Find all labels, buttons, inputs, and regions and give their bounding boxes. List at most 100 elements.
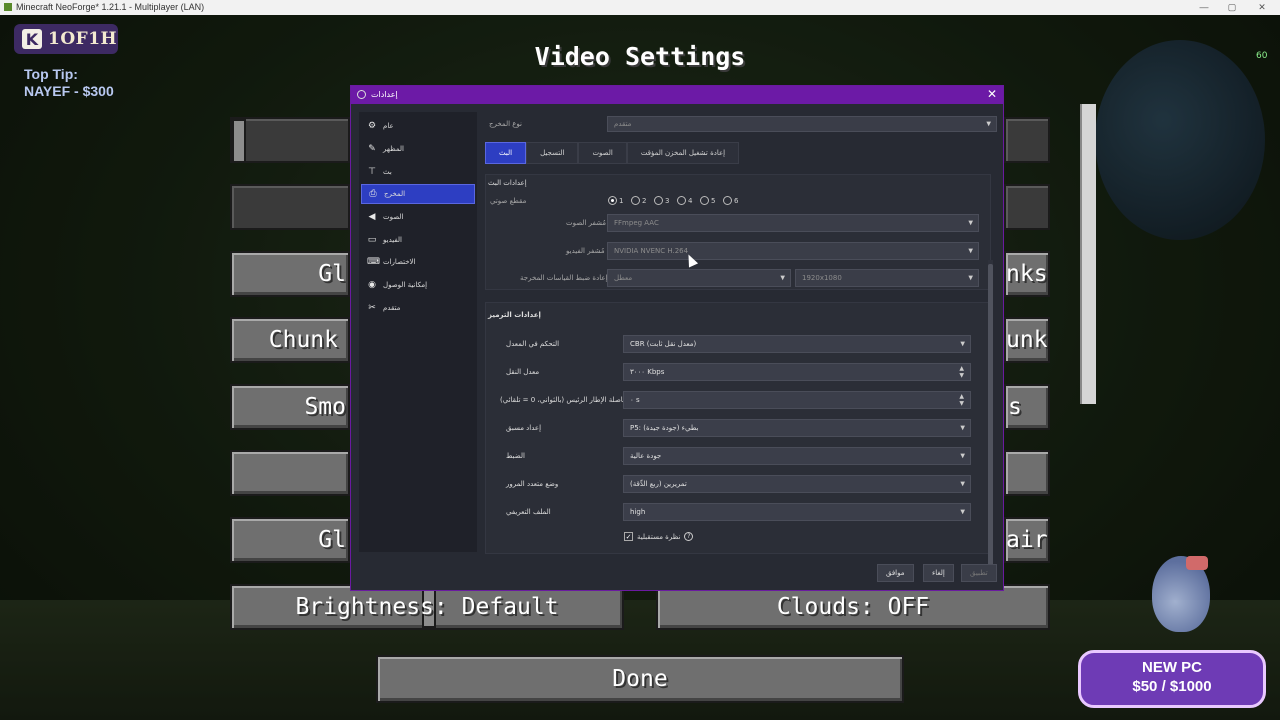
accessibility-icon: ◉ xyxy=(368,280,376,290)
encoder-section-title: إعدادات الترميز xyxy=(488,311,541,319)
chevron-down-icon: ▼ xyxy=(960,340,965,348)
chevron-down-icon: ▼ xyxy=(968,219,973,227)
sidebar-item-label: المخرج xyxy=(384,190,406,198)
sidebar-item-video[interactable]: ▭ الفيديو xyxy=(361,230,475,250)
sidebar-item-stream[interactable]: ⊤ بث xyxy=(361,162,475,182)
chevron-down-icon: ▼ xyxy=(968,247,973,255)
mc-button-label: air xyxy=(1006,527,1048,553)
rate-control-select[interactable]: CBR (معدل نقل ثابت) ▼ xyxy=(623,335,971,353)
spin-down-icon[interactable]: ▼ xyxy=(959,372,964,379)
audio-track-radio-2[interactable]: 2 xyxy=(631,196,646,205)
rescale-select[interactable]: معطل ▼ xyxy=(607,269,791,287)
sidebar-item-label: بث xyxy=(383,168,392,176)
mc-option-button-row4-left[interactable]: Chunk xyxy=(230,317,350,363)
minimize-button[interactable]: — xyxy=(1196,0,1212,15)
mc-option-button-row5-left[interactable]: Smo xyxy=(230,384,350,430)
profile-label: الملف التعريفي xyxy=(506,508,551,516)
rescale-resolution-select[interactable]: 1920x1080 ▼ xyxy=(795,269,979,287)
dialog-close-button[interactable]: ✕ xyxy=(987,87,997,101)
minecraft-app-icon xyxy=(4,3,12,11)
mc-option-button-row2-left[interactable] xyxy=(230,184,350,230)
ok-button[interactable]: موافق xyxy=(877,564,914,582)
content-scrollbar[interactable] xyxy=(988,260,993,576)
bitrate-spinbox[interactable]: ٣٠٠٠ Kbps ▲ ▼ xyxy=(623,363,971,381)
radio-dot-icon xyxy=(700,196,709,205)
mc-option-button-row3-left[interactable]: Gl xyxy=(230,251,350,297)
window-close-button[interactable]: ✕ xyxy=(1254,0,1270,15)
help-icon[interactable]: ? xyxy=(684,532,694,541)
radio-dot-icon xyxy=(608,196,617,205)
done-button[interactable]: Done xyxy=(376,655,904,703)
output-mode-select[interactable]: متقدم ▼ xyxy=(607,116,997,132)
sidebar-item-audio[interactable]: ◀ الصوت xyxy=(361,207,475,227)
window-title: Minecraft NeoForge* 1.21.1 - Multiplayer… xyxy=(16,2,205,12)
rate-control-value: CBR (معدل نقل ثابت) xyxy=(630,340,697,348)
rescale-resolution-value: 1920x1080 xyxy=(802,274,842,282)
spin-up-icon[interactable]: ▲ xyxy=(959,393,964,400)
preset-select[interactable]: P5: بطيء (جودة جيدة) ▼ xyxy=(623,419,971,437)
spin-down-icon[interactable]: ▼ xyxy=(959,400,964,407)
apply-button[interactable]: تطبيق xyxy=(961,564,997,582)
output-settings-content: نوع المخرج متقدم ▼ البث التسجيل الصوت إعا… xyxy=(481,112,997,554)
mc-option-button-row3-right[interactable]: nks xyxy=(1004,251,1050,297)
chevron-down-icon: ▼ xyxy=(960,452,965,460)
mc-scrollbar[interactable] xyxy=(1080,104,1096,404)
bitrate-value: ٣٠٠٠ Kbps xyxy=(630,368,665,376)
audio-track-radio-1[interactable]: 1 xyxy=(608,196,623,205)
tuning-select[interactable]: جودة عالية ▼ xyxy=(623,447,971,465)
keyframe-spinbox[interactable]: ٠ s ▲ ▼ xyxy=(623,391,971,409)
rescale-label: إعادة ضبط القياسات المخرجة xyxy=(520,274,608,282)
tab-streaming[interactable]: البث xyxy=(485,142,527,164)
sidebar-item-label: عام xyxy=(383,122,394,130)
video-settings-title: Video Settings xyxy=(534,42,746,71)
audio-encoder-label: مُشفر الصوت xyxy=(566,219,606,227)
output-icon: ⎙ xyxy=(369,189,377,199)
radio-label: 5 xyxy=(711,196,716,205)
mc-option-button-row1-right[interactable] xyxy=(1004,117,1050,163)
sidebar-item-output[interactable]: ⎙ المخرج xyxy=(361,184,475,204)
mc-button-label: Smo xyxy=(304,394,346,420)
radio-dot-icon xyxy=(723,196,732,205)
audio-encoder-select[interactable]: FFmpeg AAC ▼ xyxy=(607,214,979,232)
sidebar-item-general[interactable]: ⚙ عام xyxy=(361,116,475,136)
video-encoder-select[interactable]: NVIDIA NVENC H.264 ▼ xyxy=(607,242,979,260)
sidebar-item-hotkeys[interactable]: ⌨ الاختصارات xyxy=(361,252,475,272)
sidebar-item-label: الفيديو xyxy=(383,236,402,244)
sidebar-item-accessibility[interactable]: ◉ إمكانية الوصول xyxy=(361,275,475,295)
sidebar-item-advanced[interactable]: ✂ متقدم xyxy=(361,298,475,318)
stream-section-title: إعدادات البث xyxy=(488,179,527,187)
tab-recording[interactable]: التسجيل xyxy=(526,142,579,164)
spin-up-icon[interactable]: ▲ xyxy=(959,365,964,372)
audio-encoder-value: FFmpeg AAC xyxy=(614,219,659,227)
mc-option-button-row5-right[interactable]: s xyxy=(1004,384,1050,430)
tab-replay-buffer[interactable]: إعادة تشغيل المخزن المؤقت xyxy=(626,142,740,164)
sidebar-item-label: الصوت xyxy=(383,213,404,221)
mc-button-label: unks xyxy=(1006,327,1048,353)
mc-option-button-row4-right[interactable]: unks xyxy=(1004,317,1050,363)
keyframe-label: فاصلة الإطار الرئيس (بالثواني، 0 = تلقائ… xyxy=(500,396,627,404)
tab-audio[interactable]: الصوت xyxy=(578,142,627,164)
audio-track-radio-6[interactable]: 6 xyxy=(723,196,738,205)
maximize-button[interactable]: ▢ xyxy=(1224,0,1240,15)
potion-cap-decoration xyxy=(1186,556,1208,570)
sidebar-item-appearance[interactable]: ✎ المظهر xyxy=(361,139,475,159)
profile-select[interactable]: high ▼ xyxy=(623,503,971,521)
bitrate-label: معدل النقل xyxy=(506,368,540,376)
multipass-select[interactable]: تمريرين (ربع الدِّقة) ▼ xyxy=(623,475,971,493)
cancel-button[interactable]: إلغاء xyxy=(923,564,954,582)
mc-option-button-row7-right[interactable]: air xyxy=(1004,517,1050,563)
mc-option-button-row6-right[interactable] xyxy=(1004,450,1050,496)
profile-value: high xyxy=(630,508,646,516)
audio-track-radio-5[interactable]: 5 xyxy=(700,196,715,205)
dialog-titlebar: إعدادات ✕ xyxy=(351,86,1003,104)
mc-option-button-row6-left[interactable] xyxy=(230,450,350,496)
scrollbar-thumb[interactable] xyxy=(988,264,993,576)
lookahead-checkbox[interactable]: ✓ نظرة مستقبلية ? xyxy=(624,532,694,541)
radio-label: 6 xyxy=(734,196,739,205)
mc-option-button-row1-left[interactable] xyxy=(230,117,350,163)
audio-track-radio-3[interactable]: 3 xyxy=(654,196,669,205)
output-tabs: البث التسجيل الصوت إعادة تشغيل المخزن ال… xyxy=(485,142,740,164)
mc-option-button-row2-right[interactable] xyxy=(1004,184,1050,230)
mc-option-button-row7-left[interactable]: Gl xyxy=(230,517,350,563)
audio-track-radio-4[interactable]: 4 xyxy=(677,196,692,205)
